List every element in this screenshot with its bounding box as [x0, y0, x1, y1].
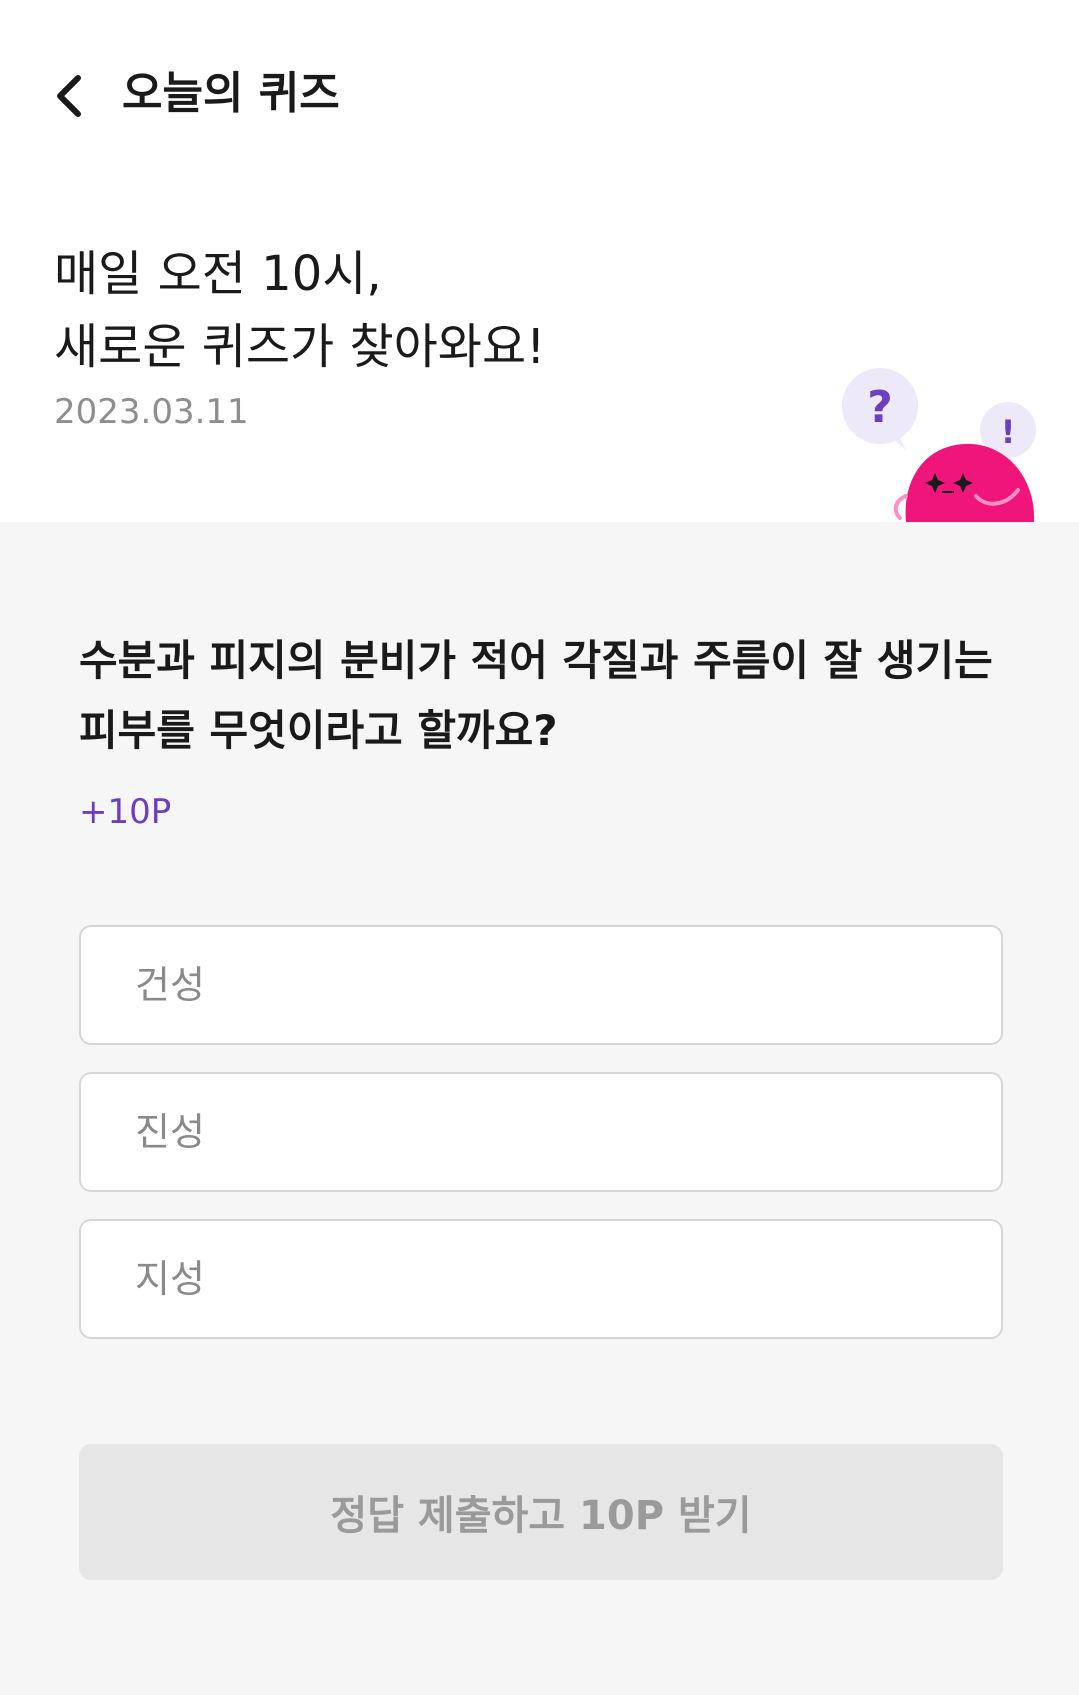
answer-option-label: 진성 — [135, 1110, 205, 1154]
intro-headline-line2: 새로운 퀴즈가 찾아와요! — [54, 319, 546, 375]
mascot-illustration: ? ! — [842, 368, 1036, 522]
intro-headline-line1: 매일 오전 10시, — [54, 246, 382, 302]
quiz-section: 수분과 피지의 분비가 적어 각질과 주름이 잘 생기는 피부를 무엇이라고 할… — [0, 522, 1079, 1695]
answer-option-1[interactable]: 건성 — [79, 925, 1003, 1045]
points-reward: +10P — [79, 792, 172, 832]
page-title: 오늘의 퀴즈 — [122, 68, 340, 119]
answer-option-label: 지성 — [135, 1257, 205, 1301]
exclamation-icon: ! — [1001, 413, 1016, 451]
quiz-date: 2023.03.11 — [54, 392, 249, 432]
answer-option-label: 건성 — [135, 963, 205, 1007]
answer-option-3[interactable]: 지성 — [79, 1219, 1003, 1339]
answer-option-2[interactable]: 진성 — [79, 1072, 1003, 1192]
intro-section: 매일 오전 10시, 새로운 퀴즈가 찾아와요! 2023.03.11 ? ! — [0, 190, 1079, 522]
question-mark-icon: ? — [867, 382, 893, 433]
chevron-left-icon — [57, 75, 81, 117]
quiz-page: 오늘의 퀴즈 매일 오전 10시, 새로운 퀴즈가 찾아와요! 2023.03.… — [0, 0, 1079, 1695]
submit-answer-button[interactable]: 정답 제출하고 10P 받기 — [79, 1444, 1003, 1580]
back-button[interactable] — [40, 66, 96, 126]
header: 오늘의 퀴즈 — [0, 0, 1079, 190]
quiz-question: 수분과 피지의 분비가 적어 각질과 주름이 잘 생기는 피부를 무엇이라고 할… — [79, 636, 993, 755]
